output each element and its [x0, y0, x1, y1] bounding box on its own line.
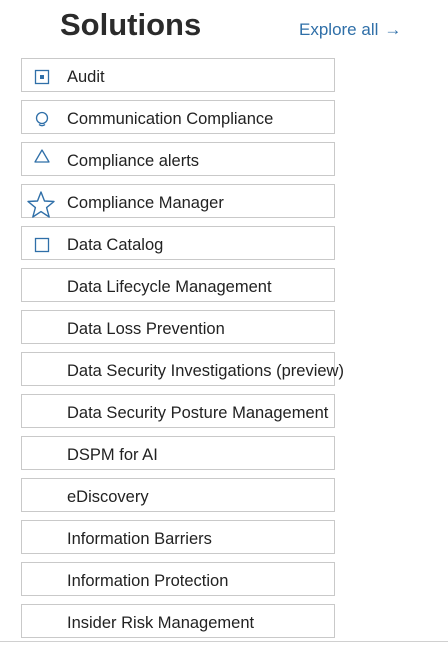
solution-label: Insider Risk Management: [67, 614, 255, 632]
solution-label: eDiscovery: [67, 488, 149, 506]
divider: [0, 641, 448, 642]
solution-item-compliance-alerts[interactable]: Compliance alerts: [21, 142, 335, 176]
solution-item-dspm-for-ai[interactable]: DSPM for AI: [21, 436, 335, 470]
explore-all-link[interactable]: Explore all →: [299, 19, 401, 41]
solution-label: Data Catalog: [67, 236, 164, 254]
solution-item-insider-risk-management[interactable]: Insider Risk Management: [21, 604, 335, 638]
catalog-icon: [31, 234, 53, 256]
solution-label: Compliance Manager: [67, 194, 224, 212]
solution-item-information-protection[interactable]: Information Protection: [21, 562, 335, 596]
solution-label: Data Lifecycle Management: [67, 278, 272, 296]
page-title: Solutions: [60, 7, 202, 42]
explore-all-label: Explore all: [299, 20, 379, 39]
solution-item-audit[interactable]: Audit: [21, 58, 335, 92]
star-icon: [25, 189, 57, 221]
solution-item-information-barriers[interactable]: Information Barriers: [21, 520, 335, 554]
solution-item-data-loss-prevention[interactable]: Data Loss Prevention: [21, 310, 335, 344]
solution-label: Data Loss Prevention: [67, 320, 225, 338]
arrow-right-icon: →: [384, 20, 402, 39]
solution-item-data-security-investigations[interactable]: Data Security Investigations (preview): [21, 352, 344, 386]
solution-item-communication-compliance[interactable]: Communication Compliance: [21, 100, 335, 134]
solution-item-ediscovery[interactable]: eDiscovery: [21, 478, 335, 512]
solutions-list: Audit Communication Compliance Complianc…: [21, 58, 441, 646]
solution-item-data-catalog[interactable]: Data Catalog: [21, 226, 335, 260]
solutions-header: Solutions Explore all →: [0, 0, 448, 54]
solution-label: Data Security Posture Management: [67, 404, 329, 422]
solution-label: Data Security Investigations (preview): [67, 362, 344, 380]
solution-label: Communication Compliance: [67, 110, 274, 128]
audit-icon: [31, 66, 53, 88]
solution-label: Information Barriers: [67, 530, 212, 548]
solution-item-data-lifecycle-management[interactable]: Data Lifecycle Management: [21, 268, 335, 302]
solution-label: Audit: [67, 68, 105, 86]
solution-label: Compliance alerts: [67, 152, 200, 170]
solution-label: DSPM for AI: [67, 446, 158, 464]
communication-compliance-icon: [31, 108, 53, 130]
solution-label: Information Protection: [67, 572, 229, 590]
alert-icon: [31, 145, 53, 167]
solution-item-compliance-manager[interactable]: Compliance Manager: [21, 184, 335, 218]
solution-item-data-security-posture-management[interactable]: Data Security Posture Management: [21, 394, 335, 428]
